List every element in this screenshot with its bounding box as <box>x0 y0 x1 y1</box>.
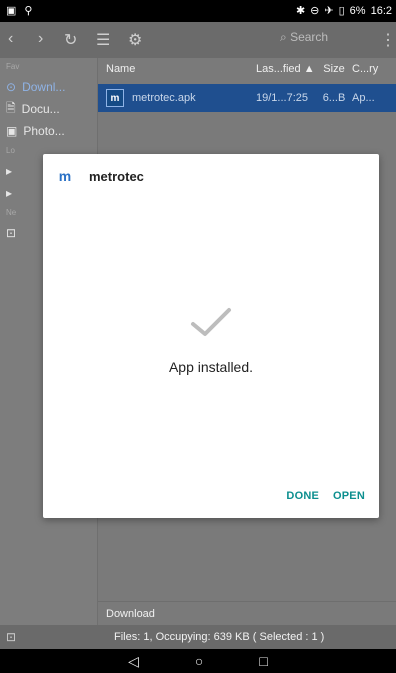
sidebar-item-documents[interactable]: 🗎 Docu... <box>0 98 97 120</box>
bluetooth-icon: ✱ <box>295 5 306 17</box>
file-date: 19/1...7:25 <box>256 92 308 104</box>
info-icon: ⊡ <box>5 630 17 644</box>
sidebar-item-label: Downl... <box>22 80 66 94</box>
header-last-modified[interactable]: Las...fied ▲ <box>256 63 316 75</box>
download-icon: ⊙ <box>6 80 17 94</box>
checkmark-icon <box>187 302 235 342</box>
header-category[interactable]: C...ry <box>352 63 390 75</box>
usb-icon: ⚲ <box>24 5 33 17</box>
sidebar-item-label: Docu... <box>21 102 60 116</box>
current-directory: Download <box>98 601 396 626</box>
forward-icon[interactable]: › <box>38 30 43 48</box>
network-icon: ⊡ <box>6 226 17 240</box>
clock: 16:2 <box>370 4 392 17</box>
list-view-icon[interactable]: ☰ <box>96 30 110 50</box>
status-right: ✱ ⊖ ✈ ▯ 6% 16:2 <box>295 4 392 18</box>
airplane-icon: ✈ <box>324 5 334 17</box>
expand-icon: ▸ <box>6 164 13 178</box>
file-category: Ap... <box>352 92 375 104</box>
nav-back-icon[interactable]: ◁ <box>128 654 139 668</box>
expand-icon: ▸ <box>6 186 13 200</box>
more-icon[interactable]: ⋮ <box>380 30 396 50</box>
settings-icon[interactable]: ⚙ <box>128 30 142 50</box>
done-button[interactable]: DONE <box>286 490 319 502</box>
app-logo-icon: m <box>58 168 72 184</box>
files-summary: Files: 1, Occupying: 639 KB ( Selected :… <box>114 631 325 643</box>
file-size: 6...B <box>322 92 346 104</box>
sidebar-item-download[interactable]: ⊙ Downl... <box>0 76 97 98</box>
file-name: metrotec.apk <box>132 92 196 104</box>
sidebar-item-photos[interactable]: ▣ Photo... <box>0 120 97 142</box>
status-bar: ▣ ⚲ ✱ ⊖ ✈ ▯ 6% 16:2 <box>0 0 396 22</box>
files-status-bar: ⊡ Files: 1, Occupying: 639 KB ( Selected… <box>0 625 396 649</box>
battery-icon: ▯ <box>338 5 345 17</box>
back-icon[interactable]: ‹ <box>8 30 13 48</box>
toolbar: ‹ › ↻ ☰ ⚙ ⌕ Search ⋮ <box>0 22 396 58</box>
table-row[interactable]: m metrotec.apk 19/1...7:25 6...B Ap... <box>98 84 396 112</box>
dialog-header: m metrotec <box>43 154 379 198</box>
do-not-disturb-icon: ⊖ <box>310 5 320 17</box>
dialog-actions: DONE OPEN <box>286 490 365 502</box>
search-placeholder: Search <box>290 30 329 44</box>
navigation-bar: ◁ ○ □ <box>0 649 396 673</box>
apk-icon: m <box>106 89 124 107</box>
nav-recents-icon[interactable]: □ <box>259 654 267 668</box>
install-message: App installed. <box>168 359 254 375</box>
file-name-cell: m metrotec.apk <box>98 89 256 107</box>
file-list-header: Name Las...fied ▲ Size C...ry <box>98 58 396 80</box>
photo-icon: ▣ <box>6 124 18 138</box>
header-size[interactable]: Size <box>316 63 352 75</box>
refresh-icon[interactable]: ↻ <box>64 30 77 50</box>
document-icon: 🗎 <box>6 100 16 115</box>
install-dialog: m metrotec App installed. DONE OPEN <box>43 154 379 518</box>
sidebar-section-favorites: Fav <box>6 62 20 71</box>
header-name[interactable]: Name <box>98 63 256 75</box>
search-icon: ⌕ <box>280 30 287 44</box>
open-button[interactable]: OPEN <box>333 490 365 502</box>
search-input[interactable]: ⌕ Search <box>280 30 370 50</box>
dialog-title: metrotec <box>89 168 144 184</box>
screen-icon: ▣ <box>6 5 17 17</box>
status-left: ▣ ⚲ <box>6 4 32 17</box>
battery-percent: 6% <box>349 4 366 17</box>
nav-home-icon[interactable]: ○ <box>195 654 203 668</box>
sidebar-item-label: Photo... <box>23 124 65 138</box>
